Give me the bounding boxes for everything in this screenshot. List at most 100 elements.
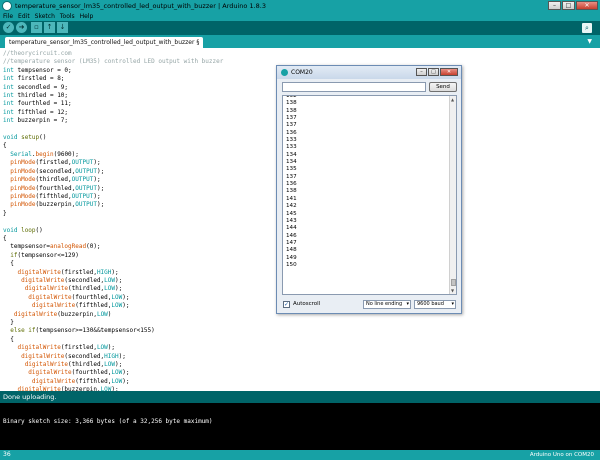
code-token: OUTPUT (75, 201, 97, 209)
serial-line: 143 (286, 217, 297, 224)
serial-window-controls: – □ ✕ (415, 68, 458, 76)
menu-edit[interactable]: Edit (18, 12, 30, 21)
dropdown-arrow-icon: ▾ (451, 301, 454, 307)
code-line: digitalWrite(secondled,LOW); (3, 277, 223, 285)
code-token: () (35, 226, 43, 234)
serial-line: 134 (286, 151, 297, 158)
save-sketch-button[interactable]: ↓ (57, 22, 68, 33)
serial-close-button[interactable]: ✕ (440, 68, 458, 76)
code-token: pinMode (10, 159, 36, 167)
new-sketch-button[interactable]: ▫ (31, 22, 42, 33)
code-token: pinMode (10, 192, 36, 200)
scroll-down-icon[interactable]: ▼ (451, 288, 454, 293)
code-line: digitalWrite(thirdled,LOW); (3, 361, 223, 369)
send-button[interactable]: Send (429, 82, 457, 92)
code-token: (buzzerpin, (35, 201, 76, 209)
code-token: analogRead (49, 243, 87, 251)
upload-button[interactable]: ➜ (16, 22, 27, 33)
code-token: ) (107, 310, 112, 318)
tab-sketch[interactable]: temperature_sensor_lm35_controlled_led_o… (5, 37, 204, 48)
serial-line: 141 (286, 195, 297, 202)
serial-scrollbar[interactable]: ▲ ▼ (449, 96, 456, 294)
code-line: Serial.begin(9600); (3, 151, 223, 159)
code-token: ); (96, 167, 105, 175)
code-token: { (3, 142, 7, 150)
code-token: digitalWrite (24, 285, 69, 293)
code-token: LOW (111, 377, 123, 385)
serial-minimize-button[interactable]: – (416, 68, 427, 76)
close-button[interactable]: ✕ (576, 1, 598, 10)
code-line: int fifthled = 12; (3, 109, 223, 117)
serial-line: 137 (286, 115, 297, 122)
code-line: int buzzerpin = 7; (3, 117, 223, 125)
serial-output-area[interactable]: 132 138 138 137 137 136 133 133 134 134 135 137 136 1… (282, 95, 457, 295)
serial-line: 136 (286, 129, 297, 136)
tab-menu-button[interactable]: ▼ (587, 38, 592, 45)
scroll-up-icon[interactable]: ▲ (451, 97, 454, 102)
serial-line: 137 (286, 173, 297, 180)
serial-monitor-titlebar: COM20 – □ ✕ (277, 66, 461, 79)
serial-output-lines: 132 138 138 137 137 136 133 133 134 134 135 137 136 1… (286, 96, 297, 269)
open-sketch-button[interactable]: ↑ (44, 22, 55, 33)
code-token: int (3, 83, 14, 91)
code-token: (firstled, (35, 159, 72, 167)
arrow-right-icon: ➜ (18, 23, 25, 31)
autoscroll-checkbox[interactable]: ✓ (283, 301, 290, 308)
code-token: (0); (86, 243, 101, 251)
code-line: { (3, 260, 223, 268)
menu-tools[interactable]: Tools (60, 12, 75, 21)
console-text: Binary sketch size: 3,366 bytes (of a 32… (3, 418, 213, 425)
menu-file[interactable]: File (3, 12, 13, 21)
serial-monitor-button[interactable]: ⌕ (582, 23, 592, 33)
code-line: digitalWrite(firstled,LOW); (3, 344, 223, 352)
code-token: digitalWrite (17, 344, 61, 352)
code-line: pinMode(firstled,OUTPUT); (3, 159, 223, 167)
code-token: (fifthled, (35, 192, 72, 200)
line-ending-select[interactable]: No line ending ▾ (363, 300, 411, 309)
code-token: () (39, 134, 47, 142)
code-line: } (3, 319, 223, 327)
code-token: LOW (111, 293, 123, 301)
code-token: ); (122, 369, 130, 377)
menu-bar: File Edit Sketch Tools Help (0, 12, 600, 21)
code-token: //temperature sensor (LM35) controlled L… (3, 58, 224, 66)
code-token: Serial (10, 150, 32, 158)
serial-line: 150 (286, 261, 297, 268)
serial-maximize-button[interactable]: □ (428, 68, 439, 76)
board-info: Arduino Uno on COM20 (529, 452, 594, 458)
serial-line: 134 (286, 159, 297, 166)
menu-help[interactable]: Help (80, 12, 94, 21)
code-token: digitalWrite (21, 276, 65, 284)
autoscroll-label: Autoscroll (293, 301, 321, 307)
scrollbar-thumb[interactable] (451, 279, 456, 286)
serial-send-input[interactable] (282, 82, 426, 92)
verify-button[interactable]: ✓ (3, 22, 14, 33)
code-token: OUTPUT (71, 176, 94, 184)
serial-line: 146 (286, 232, 297, 239)
code-token: LOW (104, 285, 116, 293)
minimize-button[interactable]: – (548, 1, 561, 10)
code-token: digitalWrite (24, 361, 69, 369)
code-token: (fifthled, (75, 377, 112, 385)
code-line: pinMode(secondled,OUTPUT); (3, 168, 223, 176)
code-line: //temperature sensor (LM35) controlled L… (3, 58, 223, 66)
code-token: digitalWrite (28, 293, 72, 301)
code-line: tempsensor=analogRead(0); (3, 243, 223, 251)
arduino-logo-icon (2, 1, 12, 11)
maximize-button[interactable]: □ (562, 1, 575, 10)
code-token: (fourthled, (71, 293, 112, 301)
menu-sketch[interactable]: Sketch (35, 12, 55, 21)
code-line: pinMode(thirdled,OUTPUT); (3, 176, 223, 184)
serial-monitor-title: COM20 (291, 69, 313, 76)
arduino-logo-icon (281, 69, 288, 76)
serial-bottom-bar: ✓ Autoscroll No line ending ▾ 9600 baud … (277, 298, 461, 312)
toolbar: ✓ ➜ ▫ ↑ ↓ ⌕ (0, 21, 600, 35)
code-token: //theorycircuit.com (3, 50, 72, 57)
baud-rate-select[interactable]: 9600 baud ▾ (414, 300, 456, 309)
status-message: Done uploading. (3, 393, 57, 401)
